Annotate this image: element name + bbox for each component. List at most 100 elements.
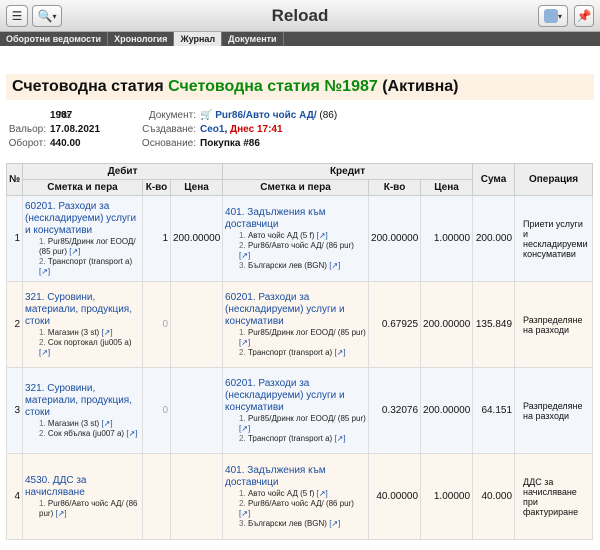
row-number: 4 xyxy=(6,453,23,540)
external-link-icon[interactable]: [↗] xyxy=(39,267,50,276)
item-entry: 1. Pur85/Дринк лог ЕООД/ (85 pur) [↗] xyxy=(225,328,366,348)
created-time: Днес 17:41 xyxy=(230,124,283,135)
row-sum: 64.151 xyxy=(472,367,516,454)
external-link-icon[interactable]: [↗] xyxy=(101,328,112,337)
item-label: Транспорт (transport a) xyxy=(247,433,333,443)
debit-qty: 0 xyxy=(142,367,171,454)
item-entry: 1. Магазин (3 st) [↗] xyxy=(25,328,140,338)
item-entry: 2. Транспорт (transport a) [↗] xyxy=(225,434,366,444)
debit-price xyxy=(169,281,224,368)
item-label: Pur85/Дринк лог ЕООД/ (85 pur) xyxy=(247,327,366,337)
external-link-icon[interactable]: [↗] xyxy=(317,231,328,240)
row-number: 2 xyxy=(6,281,23,368)
operation-text: ДДС за начисляване при фактуриране xyxy=(514,453,594,540)
external-link-icon[interactable]: [↗] xyxy=(101,419,112,428)
user-avatar-button[interactable]: ▾ xyxy=(538,5,568,27)
external-link-icon[interactable]: [↗] xyxy=(239,509,250,518)
col-debit-qty: К-во xyxy=(142,179,171,196)
valor-value: 17.08.2021 xyxy=(50,124,101,135)
item-index: 2. xyxy=(239,347,248,357)
document-value: 🛒 Pur86/Авто чойс АД/ (86) xyxy=(200,110,337,121)
credit-account-link[interactable]: 401. Задължения към доставчици xyxy=(225,207,366,231)
credit-qty: 0.32076 xyxy=(368,367,422,454)
col-operation: Операция xyxy=(514,163,594,196)
document-label: Документ: xyxy=(148,110,196,121)
item-index: 1. xyxy=(39,418,48,428)
item-index: 1. xyxy=(239,230,248,240)
external-link-icon[interactable]: [↗] xyxy=(334,434,345,443)
external-link-icon[interactable]: [↗] xyxy=(317,489,328,498)
tab-documents[interactable]: Документи xyxy=(222,32,284,46)
item-label: Авто чойс АД (5 f) xyxy=(247,230,315,240)
item-index: 2. xyxy=(239,433,248,443)
debit-account-link[interactable]: 4530. ДДС за начисляване xyxy=(25,475,140,499)
operation-text: Разпределяне на разходи xyxy=(514,367,594,454)
external-link-icon[interactable]: [↗] xyxy=(334,348,345,357)
tab-turnover-sheets[interactable]: Оборотни ведомости xyxy=(0,32,109,46)
item-index: 1. xyxy=(39,327,48,337)
external-link-icon[interactable]: [↗] xyxy=(239,338,250,347)
avatar-icon xyxy=(543,9,558,23)
page-title: Счетоводна статия Счетоводна статия №198… xyxy=(6,74,594,100)
external-link-icon[interactable]: [↗] xyxy=(329,519,340,528)
item-entry: 2. Транспорт (transport a) [↗] xyxy=(25,257,140,277)
item-entry: 1. Авто чойс АД (5 f) [↗] xyxy=(225,231,366,241)
debit-account-cell: 60201. Разходи за (нескладируеми) услуги… xyxy=(22,195,143,282)
credit-qty: 0.67925 xyxy=(368,281,422,368)
item-index: 2. xyxy=(39,428,48,438)
row-number: 3 xyxy=(6,367,23,454)
row-sum: 200.000 xyxy=(472,195,516,282)
debit-account-link[interactable]: 321. Суровини, материали, продукция, сто… xyxy=(25,292,140,328)
item-entry: 1. Pur85/Дринк лог ЕООД/ (85 pur) [↗] xyxy=(225,414,366,434)
document-link[interactable]: Pur86/Авто чойс АД/ xyxy=(215,110,316,121)
external-link-icon[interactable]: [↗] xyxy=(239,251,250,260)
table-row: 2 321. Суровини, материали, продукция, ст… xyxy=(6,281,594,368)
external-link-icon[interactable]: [↗] xyxy=(239,424,250,433)
table-row: 4 4530. ДДС за начисляване 1. Pur86/Авто ч… xyxy=(6,453,594,540)
chevron-down-icon: ▾ xyxy=(557,11,562,21)
entries-table: № Дебит Кредит Сума Операция Сметка и пе… xyxy=(6,163,594,540)
tab-bar: Оборотни ведомости Хронология Журнал Док… xyxy=(0,32,600,46)
credit-account-link[interactable]: 401. Задължения към доставчици xyxy=(225,465,366,489)
document-extra: (86) xyxy=(319,110,338,121)
search-icon: 🔍 xyxy=(37,9,53,23)
item-entry: 3. Български лев (BGN) [↗] xyxy=(225,519,366,529)
item-entry: 2. Pur86/Авто чойс АД/ (86 pur) [↗] xyxy=(225,241,366,261)
pin-icon[interactable]: 📌 xyxy=(574,5,594,27)
credit-account-link[interactable]: 60201. Разходи за (нескладируеми) услуги… xyxy=(225,292,366,328)
debit-account-cell: 4530. ДДС за начисляване 1. Pur86/Авто чо… xyxy=(22,453,143,540)
external-link-icon[interactable]: [↗] xyxy=(39,348,50,357)
item-label: Сок портокал (ju005 a) xyxy=(47,337,132,347)
external-link-icon[interactable]: [↗] xyxy=(329,261,340,270)
debit-qty: 1 xyxy=(142,195,171,282)
basis-value: Покупка #86 xyxy=(200,138,260,149)
credit-account-link[interactable]: 60201. Разходи за (нескладируеми) услуги… xyxy=(225,378,366,414)
external-link-icon[interactable]: [↗] xyxy=(55,509,66,518)
item-label: Сок ябълка (ju007 a) xyxy=(47,428,125,438)
cart-icon: 🛒 xyxy=(200,110,213,121)
debit-account-link[interactable]: 321. Суровини, материали, продукция, сто… xyxy=(25,383,140,419)
item-label: Pur86/Авто чойс АД/ (86 pur) xyxy=(247,240,354,250)
debit-account-link[interactable]: 60201. Разходи за (нескладируеми) услуги… xyxy=(25,201,140,237)
item-entry: 3. Български лев (BGN) [↗] xyxy=(225,261,366,271)
credit-account-cell: 60201. Разходи за (нескладируеми) услуги… xyxy=(222,281,370,368)
item-index: 3. xyxy=(239,518,248,528)
item-entry: 2. Pur86/Авто чойс АД/ (86 pur) [↗] xyxy=(225,499,366,519)
col-no: № xyxy=(6,163,23,196)
item-label: Pur85/Дринк лог ЕООД/ (85 pur) xyxy=(247,413,366,423)
tab-chronology[interactable]: Хронология xyxy=(108,32,175,46)
external-link-icon[interactable]: [↗] xyxy=(69,247,80,256)
item-label: Магазин (3 st) xyxy=(47,418,100,428)
tab-journal[interactable]: Журнал xyxy=(174,32,223,46)
credit-price: 1.00000 xyxy=(420,195,474,282)
item-index: 1. xyxy=(239,327,248,337)
item-label: Български лев (BGN) xyxy=(247,260,327,270)
item-index: 1. xyxy=(39,236,48,246)
search-dropdown-button[interactable]: 🔍 ▾ xyxy=(32,5,62,27)
item-entry: 2. Сок портокал (ju005 a) [↗] xyxy=(25,338,140,358)
external-link-icon[interactable]: [↗] xyxy=(126,429,137,438)
created-user-link[interactable]: Ceo1 xyxy=(200,124,224,135)
credit-price: 200.00000 xyxy=(420,367,474,454)
title-prefix: Счетоводна статия xyxy=(12,78,164,95)
menu-icon[interactable]: ☰ xyxy=(6,5,28,27)
